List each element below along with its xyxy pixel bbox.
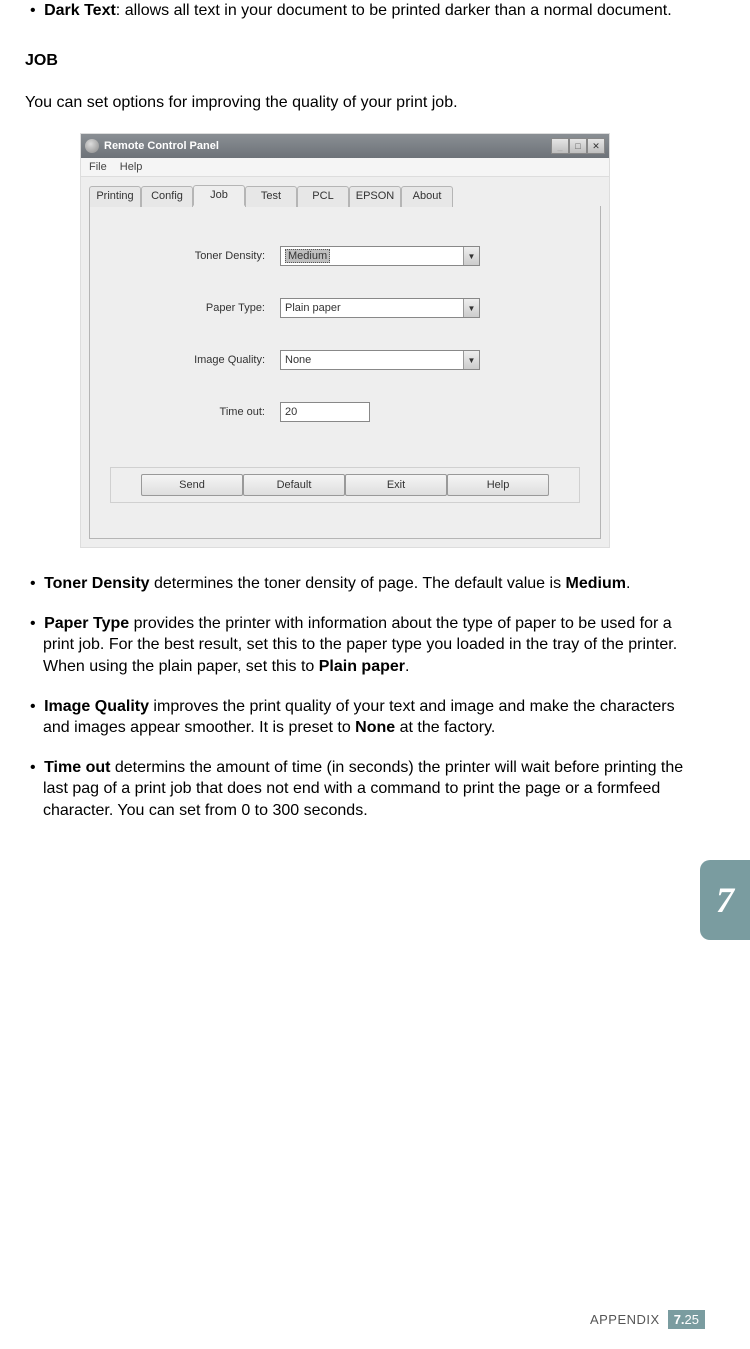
toner-density-label: Toner Density [44, 575, 150, 592]
image-quality-label: Image Quality [44, 698, 149, 715]
remote-control-panel-window: Remote Control Panel _ □ ✕ File Help Pri… [80, 133, 610, 548]
chevron-down-icon: ▼ [463, 299, 479, 317]
image-quality-body2: at the factory. [395, 719, 495, 736]
input-timeout-value: 20 [285, 406, 297, 418]
combo-paper-value: Plain paper [285, 302, 341, 314]
app-icon [85, 139, 99, 153]
paper-type-bold2: Plain paper [319, 658, 405, 675]
combo-image-quality[interactable]: None ▼ [280, 350, 480, 370]
input-timeout[interactable]: 20 [280, 402, 370, 422]
row-toner-density: Toner Density: Medium ▼ [110, 246, 580, 266]
dark-text-label: Dark Text [44, 2, 116, 19]
row-paper-type: Paper Type: Plain paper ▼ [110, 298, 580, 318]
toner-density-body2: . [626, 575, 630, 592]
tab-about[interactable]: About [401, 186, 453, 207]
paper-type-body2: . [405, 658, 409, 675]
window-title: Remote Control Panel [104, 140, 551, 152]
menu-help[interactable]: Help [120, 161, 143, 173]
toner-density-item: Toner Density determines the toner densi… [25, 573, 705, 595]
button-row: Send Default Exit Help [110, 467, 580, 503]
tab-content: Toner Density: Medium ▼ Paper Type: Plai… [89, 205, 601, 539]
tab-printing[interactable]: Printing [89, 186, 141, 207]
default-button[interactable]: Default [243, 474, 345, 496]
footer-chapter: 7. [674, 1312, 685, 1327]
timeout-label: Time out [44, 759, 110, 776]
image-quality-bold2: None [355, 719, 395, 736]
toner-density-bold2: Medium [566, 575, 626, 592]
chevron-down-icon: ▼ [463, 351, 479, 369]
job-intro: You can set options for improving the qu… [25, 92, 705, 114]
chevron-down-icon: ▼ [463, 247, 479, 265]
dark-text-item: Dark Text: allows all text in your docum… [25, 0, 705, 22]
send-button[interactable]: Send [141, 474, 243, 496]
timeout-item: Time out determins the amount of time (i… [25, 757, 705, 822]
timeout-body: determins the amount of time (in seconds… [43, 759, 683, 819]
tab-test[interactable]: Test [245, 186, 297, 207]
combo-toner-density[interactable]: Medium ▼ [280, 246, 480, 266]
exit-button[interactable]: Exit [345, 474, 447, 496]
close-button[interactable]: ✕ [587, 138, 605, 154]
paper-type-label: Paper Type [44, 615, 129, 632]
menubar: File Help [81, 158, 609, 177]
label-image-quality: Image Quality: [110, 354, 280, 366]
paper-type-item: Paper Type provides the printer with inf… [25, 613, 705, 678]
panel-body: Printing Config Job Test PCL EPSON About… [81, 177, 609, 547]
maximize-button[interactable]: □ [569, 138, 587, 154]
footer-page: 25 [685, 1312, 699, 1327]
combo-image-value: None [285, 354, 311, 366]
combo-paper-type[interactable]: Plain paper ▼ [280, 298, 480, 318]
footer-section: APPENDIX [590, 1312, 660, 1327]
window-controls: _ □ ✕ [551, 138, 605, 154]
footer-page-box: 7.25 [668, 1310, 705, 1329]
combo-toner-value: Medium [285, 249, 330, 263]
row-timeout: Time out: 20 [110, 402, 580, 422]
image-quality-item: Image Quality improves the print quality… [25, 696, 705, 739]
label-timeout: Time out: [110, 406, 280, 418]
page-footer: APPENDIX 7.25 [590, 1310, 705, 1329]
toner-density-body: determines the toner density of page. Th… [150, 575, 566, 592]
dark-text-body: : allows all text in your document to be… [116, 2, 672, 19]
job-heading: JOB [25, 52, 705, 70]
tab-epson[interactable]: EPSON [349, 186, 401, 207]
menu-file[interactable]: File [89, 161, 107, 173]
row-image-quality: Image Quality: None ▼ [110, 350, 580, 370]
help-button[interactable]: Help [447, 474, 549, 496]
label-toner-density: Toner Density: [110, 250, 280, 262]
tab-pcl[interactable]: PCL [297, 186, 349, 207]
chapter-tab: 7 [700, 860, 750, 940]
tabstrip: Printing Config Job Test PCL EPSON About [89, 185, 601, 206]
minimize-button[interactable]: _ [551, 138, 569, 154]
tab-job[interactable]: Job [193, 185, 245, 206]
label-paper-type: Paper Type: [110, 302, 280, 314]
tab-config[interactable]: Config [141, 186, 193, 207]
titlebar: Remote Control Panel _ □ ✕ [81, 134, 609, 158]
